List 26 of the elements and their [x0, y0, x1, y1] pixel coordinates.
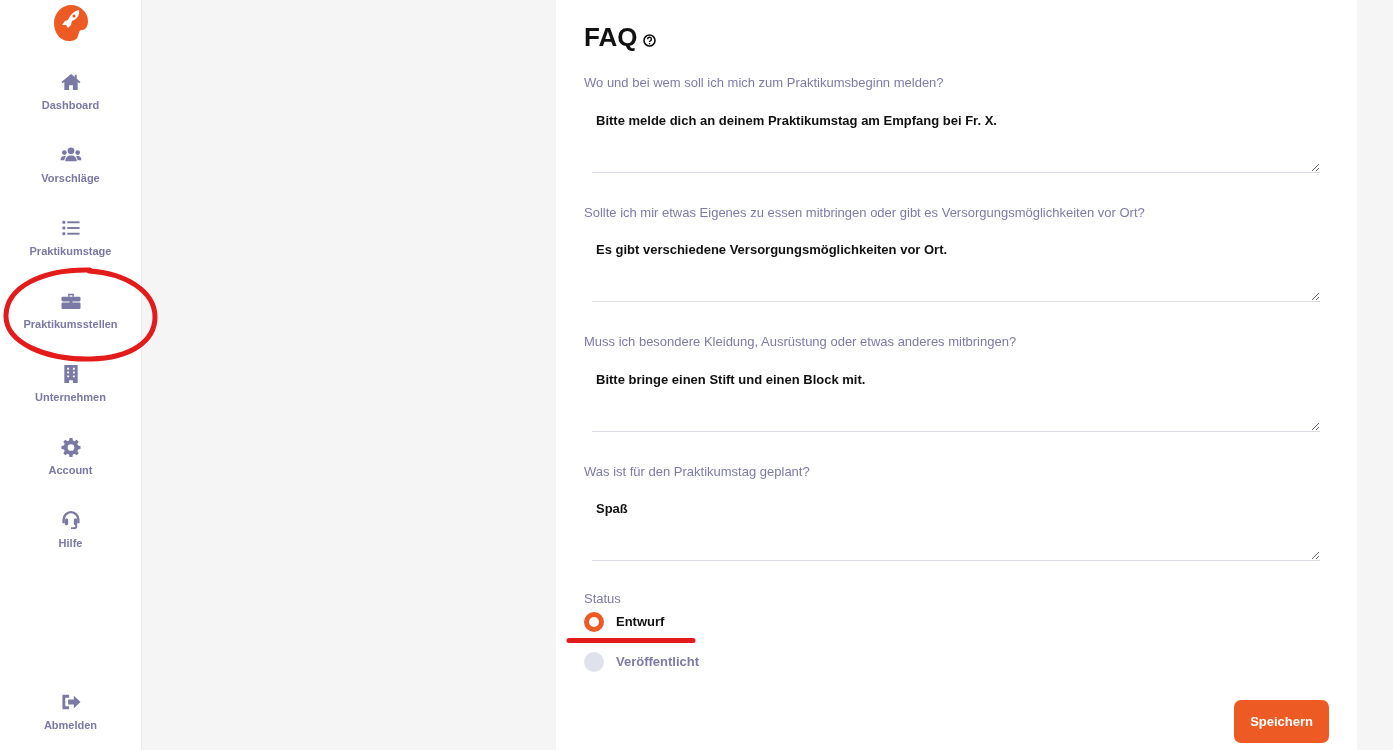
- home-icon: [59, 72, 82, 92]
- status-label: Status: [584, 590, 622, 608]
- question-label: Sollte ich mir etwas Eigenes zu essen mitbringen oder gibt es Versorgungsmöglichkeiten vor Ort?: [584, 203, 1146, 222]
- radio-button[interactable]: [584, 651, 604, 672]
- briefcase-icon: [59, 291, 82, 311]
- radio-label[interactable]: Veröffentlicht: [616, 651, 700, 672]
- question-label: Was ist für den Praktikumstag geplant?: [584, 462, 811, 481]
- list-icon: [59, 218, 82, 238]
- help-icon[interactable]: [643, 34, 657, 47]
- headset-icon: [59, 510, 82, 530]
- save-button[interactable]: Speichern: [1234, 699, 1329, 743]
- question-label: Muss ich besondere Kleidung, Ausrüstung oder etwas anderes mitbringen?: [584, 333, 1018, 351]
- sidebar-item[interactable]: Vorschläge: [41, 145, 100, 218]
- page-title: FAQ: [584, 21, 638, 54]
- sidebar-item[interactable]: Hilfe: [58, 510, 83, 583]
- sidebar-item[interactable]: Praktikumstage: [29, 218, 112, 291]
- sidebar-item[interactable]: Abmelden: [43, 692, 98, 750]
- sidebar-item[interactable]: Account: [48, 437, 93, 510]
- gear-icon: [59, 437, 82, 457]
- sidebar-item[interactable]: Praktikumsstellen: [23, 291, 118, 364]
- sidebar-item[interactable]: Unternehmen: [35, 364, 106, 437]
- question-label: Wo und bei wem soll ich mich zum Praktikumsbeginn melden?: [584, 74, 945, 92]
- radio-button[interactable]: [584, 611, 604, 632]
- logout-icon: [59, 692, 82, 712]
- sidebar-item[interactable]: Dashboard: [41, 72, 100, 145]
- radio-label[interactable]: Entwurf: [616, 611, 665, 632]
